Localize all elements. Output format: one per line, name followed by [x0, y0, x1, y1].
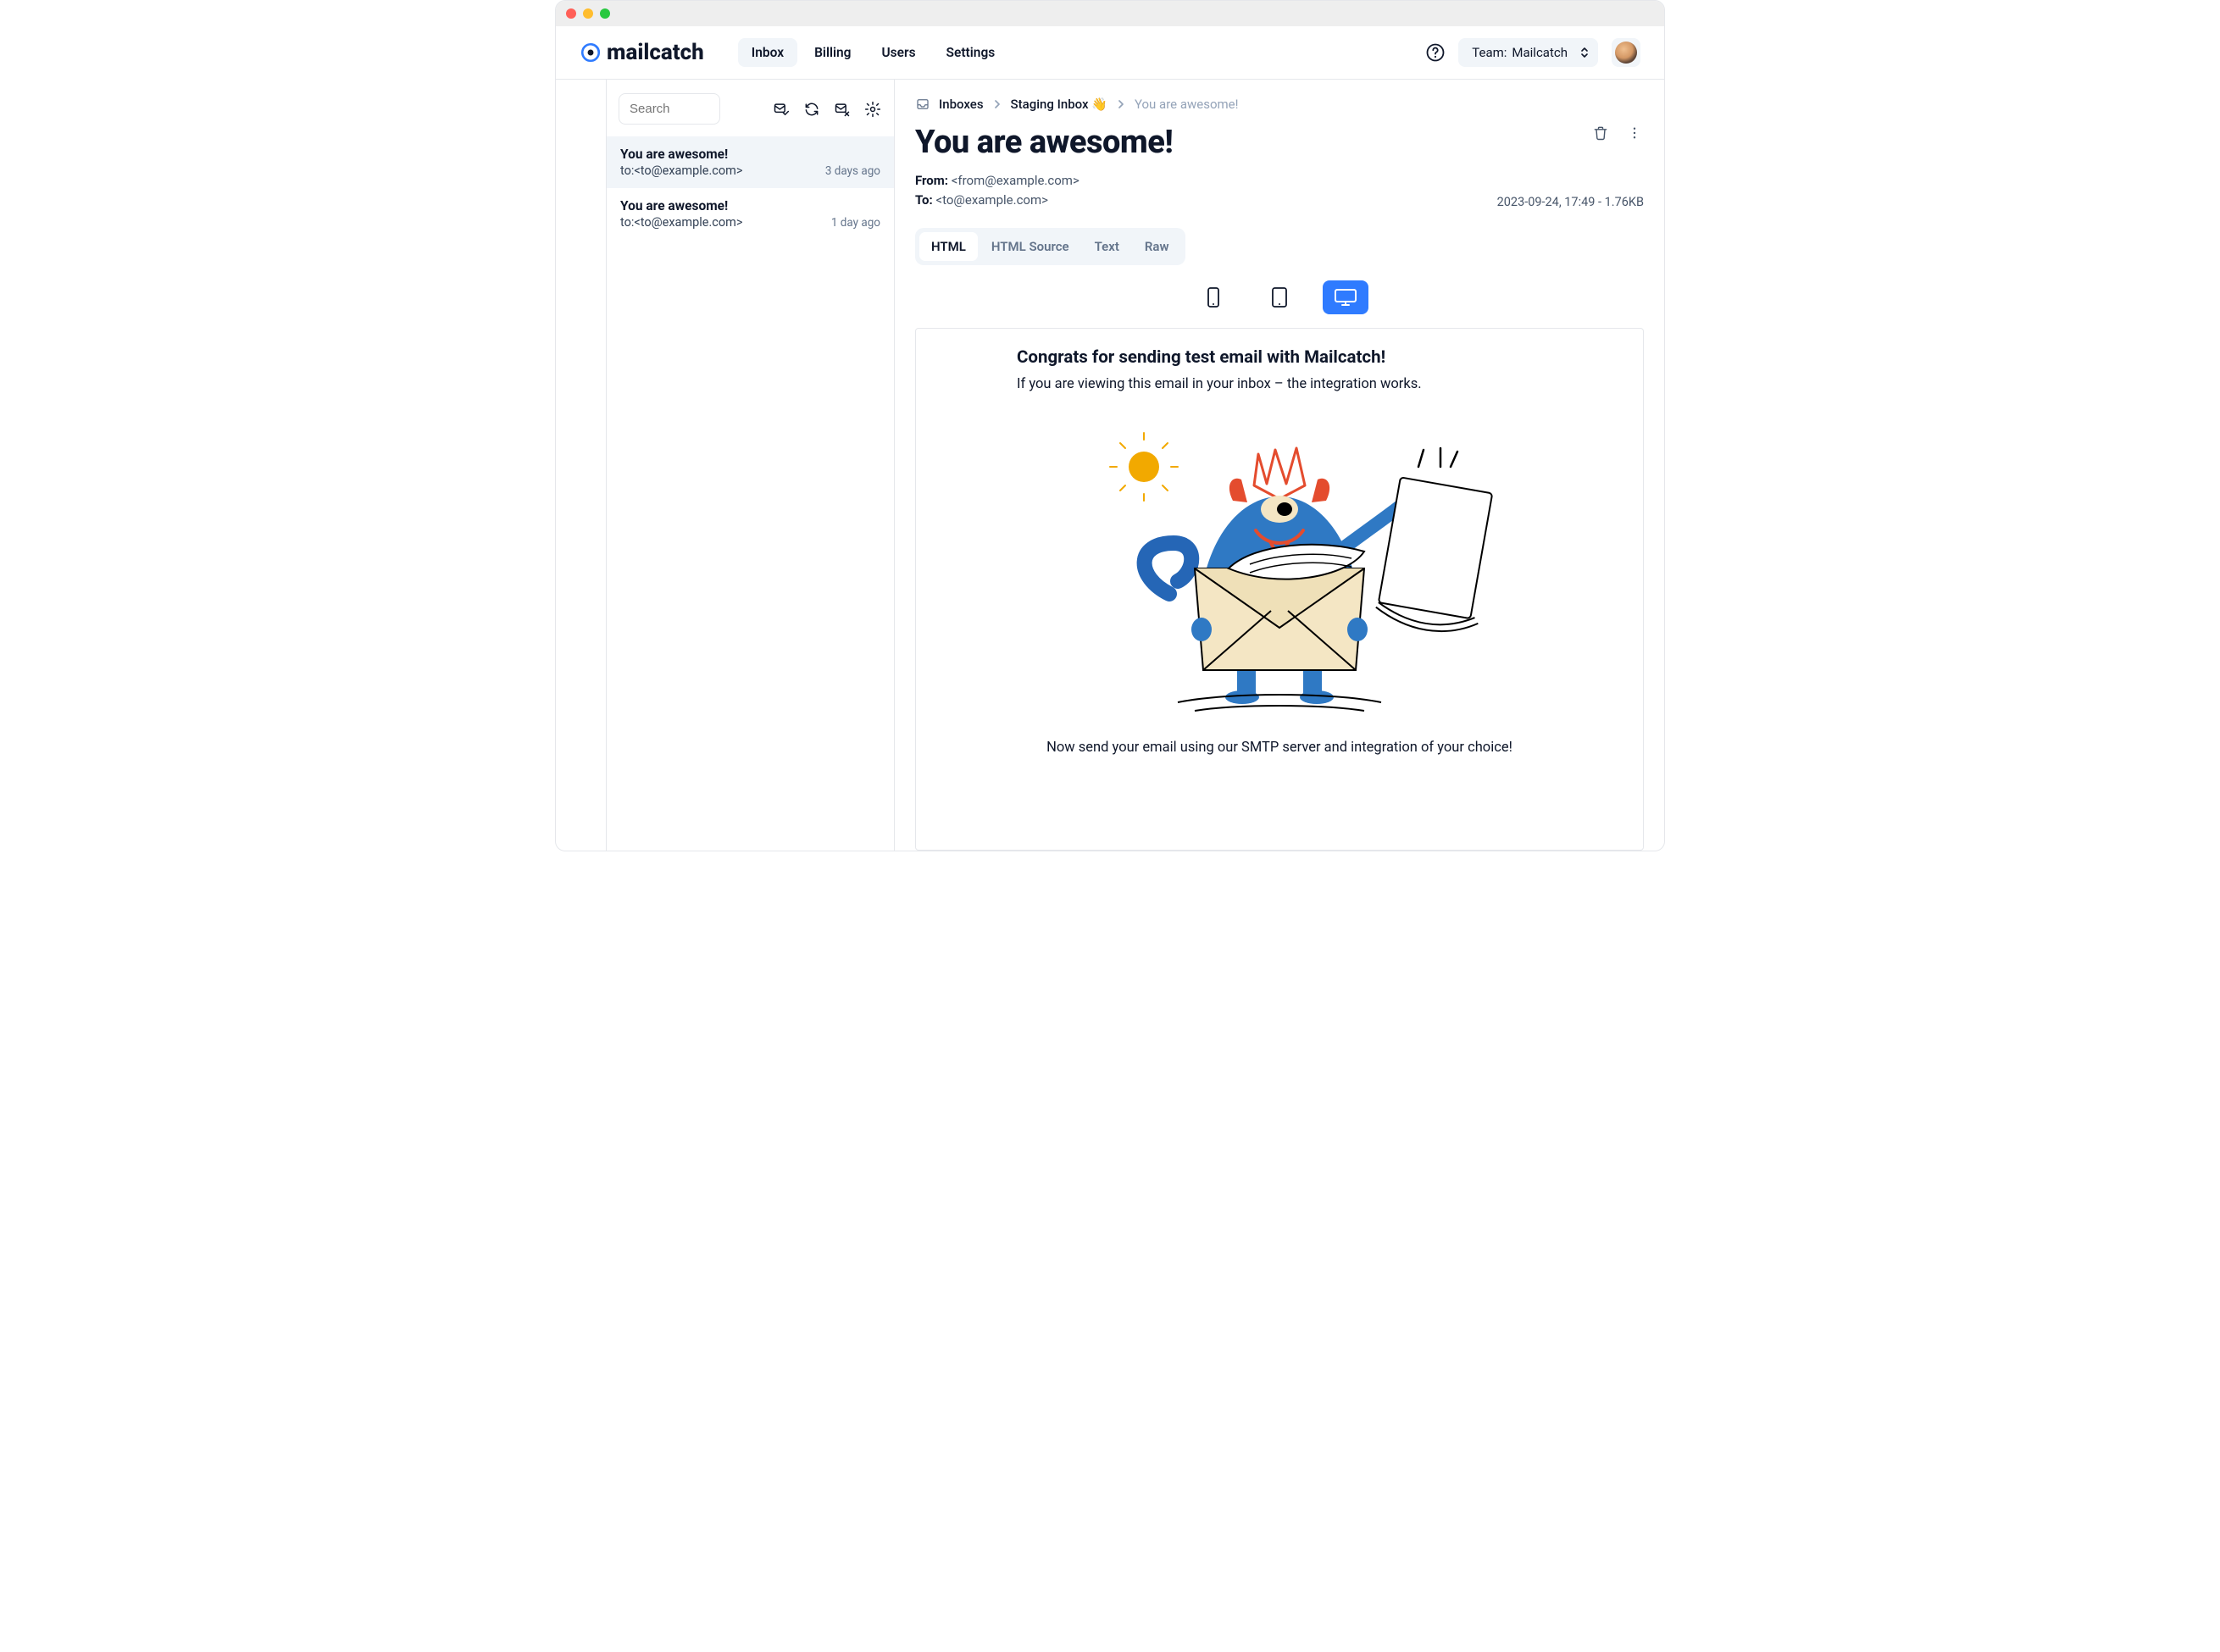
message-meta: From: <from@example.com> To: <to@example…	[915, 171, 1644, 209]
message-addresses: From: <from@example.com> To: <to@example…	[915, 171, 1079, 209]
mail-check-icon	[773, 101, 790, 118]
tablet-icon	[1270, 286, 1289, 308]
updown-icon	[1579, 46, 1590, 59]
message-header: You are awesome!	[915, 124, 1644, 161]
nav-billing[interactable]: Billing	[801, 38, 864, 67]
delete-all-button[interactable]	[833, 100, 852, 119]
refresh-icon	[803, 101, 820, 118]
from-value: <from@example.com>	[952, 173, 1079, 188]
viewport-phone-button[interactable]	[1190, 280, 1236, 314]
email-preview-frame: Congrats for sending test email with Mai…	[915, 328, 1644, 851]
topbar: mailcatch Inbox Billing Users Settings T…	[556, 26, 1664, 80]
message-list: You are awesome! to:<to@example.com> 3 d…	[607, 136, 894, 240]
nav-users[interactable]: Users	[869, 38, 930, 67]
email-headline: Congrats for sending test email with Mai…	[1017, 347, 1542, 368]
mac-titlebar	[556, 1, 1664, 26]
email-footer-text: Now send your email using our SMTP serve…	[1017, 740, 1542, 756]
message-sidebar: You are awesome! to:<to@example.com> 3 d…	[607, 80, 895, 851]
user-avatar-button[interactable]	[1612, 38, 1640, 67]
search-input[interactable]	[619, 93, 720, 125]
tab-html-source[interactable]: HTML Source	[980, 232, 1081, 261]
message-subject: You are awesome!	[620, 198, 880, 213]
mark-read-button[interactable]	[772, 100, 791, 119]
fullscreen-window-button[interactable]	[600, 8, 610, 19]
team-label-prefix: Team:	[1472, 45, 1507, 60]
primary-nav: Inbox Billing Users Settings	[738, 38, 1008, 67]
breadcrumb-root[interactable]: Inboxes	[939, 97, 984, 112]
desktop-icon	[1333, 287, 1358, 308]
inbox-icon	[915, 97, 930, 112]
message-list-item[interactable]: You are awesome! to:<to@example.com> 3 d…	[607, 136, 894, 188]
tab-text[interactable]: Text	[1083, 232, 1131, 261]
phone-icon	[1205, 286, 1222, 308]
message-actions	[1591, 124, 1644, 142]
refresh-button[interactable]	[802, 100, 821, 119]
chevron-right-icon	[1116, 99, 1126, 109]
to-value: <to@example.com>	[935, 192, 1048, 208]
message-time: 1 day ago	[831, 216, 880, 230]
close-window-button[interactable]	[566, 8, 576, 19]
left-gutter	[556, 80, 607, 851]
help-button[interactable]	[1421, 38, 1450, 67]
gear-icon	[864, 101, 881, 118]
mail-target-icon	[580, 42, 602, 64]
breadcrumb: Inboxes Staging Inbox 👋 You are awesome!	[915, 97, 1644, 112]
sidebar-toolbar	[607, 80, 894, 136]
minimize-window-button[interactable]	[583, 8, 593, 19]
message-title: You are awesome!	[915, 124, 1173, 161]
brand-logo[interactable]: mailcatch	[580, 40, 704, 65]
viewport-tablet-button[interactable]	[1257, 280, 1302, 314]
tab-html[interactable]: HTML	[919, 232, 978, 261]
email-content: Congrats for sending test email with Mai…	[1017, 347, 1542, 756]
chevron-right-icon	[992, 99, 1002, 109]
viewport-desktop-button[interactable]	[1323, 280, 1368, 314]
breadcrumb-current: You are awesome!	[1135, 97, 1239, 112]
message-timestamp-size: 2023-09-24, 17:49 - 1.76KB	[1497, 195, 1644, 209]
to-label: To:	[915, 192, 933, 208]
app-window: mailcatch Inbox Billing Users Settings T…	[555, 0, 1665, 851]
message-detail: Inboxes Staging Inbox 👋 You are awesome!…	[895, 80, 1664, 851]
message-time: 3 days ago	[825, 164, 880, 178]
email-illustration	[1017, 416, 1542, 721]
mail-x-icon	[834, 101, 851, 118]
brand-name: mailcatch	[607, 40, 704, 65]
from-label: From:	[915, 173, 948, 188]
help-icon	[1425, 42, 1446, 63]
nav-inbox[interactable]: Inbox	[738, 38, 797, 67]
monster-envelope-illustration	[1059, 416, 1500, 721]
avatar-image	[1615, 42, 1637, 64]
trash-icon	[1592, 125, 1609, 141]
traffic-lights	[566, 8, 610, 19]
view-tabs: HTML HTML Source Text Raw	[915, 228, 1185, 265]
team-switcher[interactable]: Team: Mailcatch	[1458, 38, 1598, 67]
breadcrumb-inbox[interactable]: Staging Inbox 👋	[1011, 97, 1107, 112]
team-name: Mailcatch	[1512, 45, 1568, 60]
viewport-toggle	[915, 280, 1644, 314]
nav-settings[interactable]: Settings	[933, 38, 1009, 67]
email-subtext: If you are viewing this email in your in…	[1017, 376, 1542, 392]
dots-vertical-icon	[1627, 125, 1642, 141]
message-subject: You are awesome!	[620, 147, 880, 162]
more-actions-button[interactable]	[1625, 124, 1644, 142]
sidebar-actions	[772, 100, 882, 119]
message-list-item[interactable]: You are awesome! to:<to@example.com> 1 d…	[607, 188, 894, 240]
wave-emoji: 👋	[1091, 97, 1107, 112]
delete-message-button[interactable]	[1591, 124, 1610, 142]
sidebar-settings-button[interactable]	[863, 100, 882, 119]
body: You are awesome! to:<to@example.com> 3 d…	[556, 80, 1664, 851]
tab-raw[interactable]: Raw	[1133, 232, 1181, 261]
